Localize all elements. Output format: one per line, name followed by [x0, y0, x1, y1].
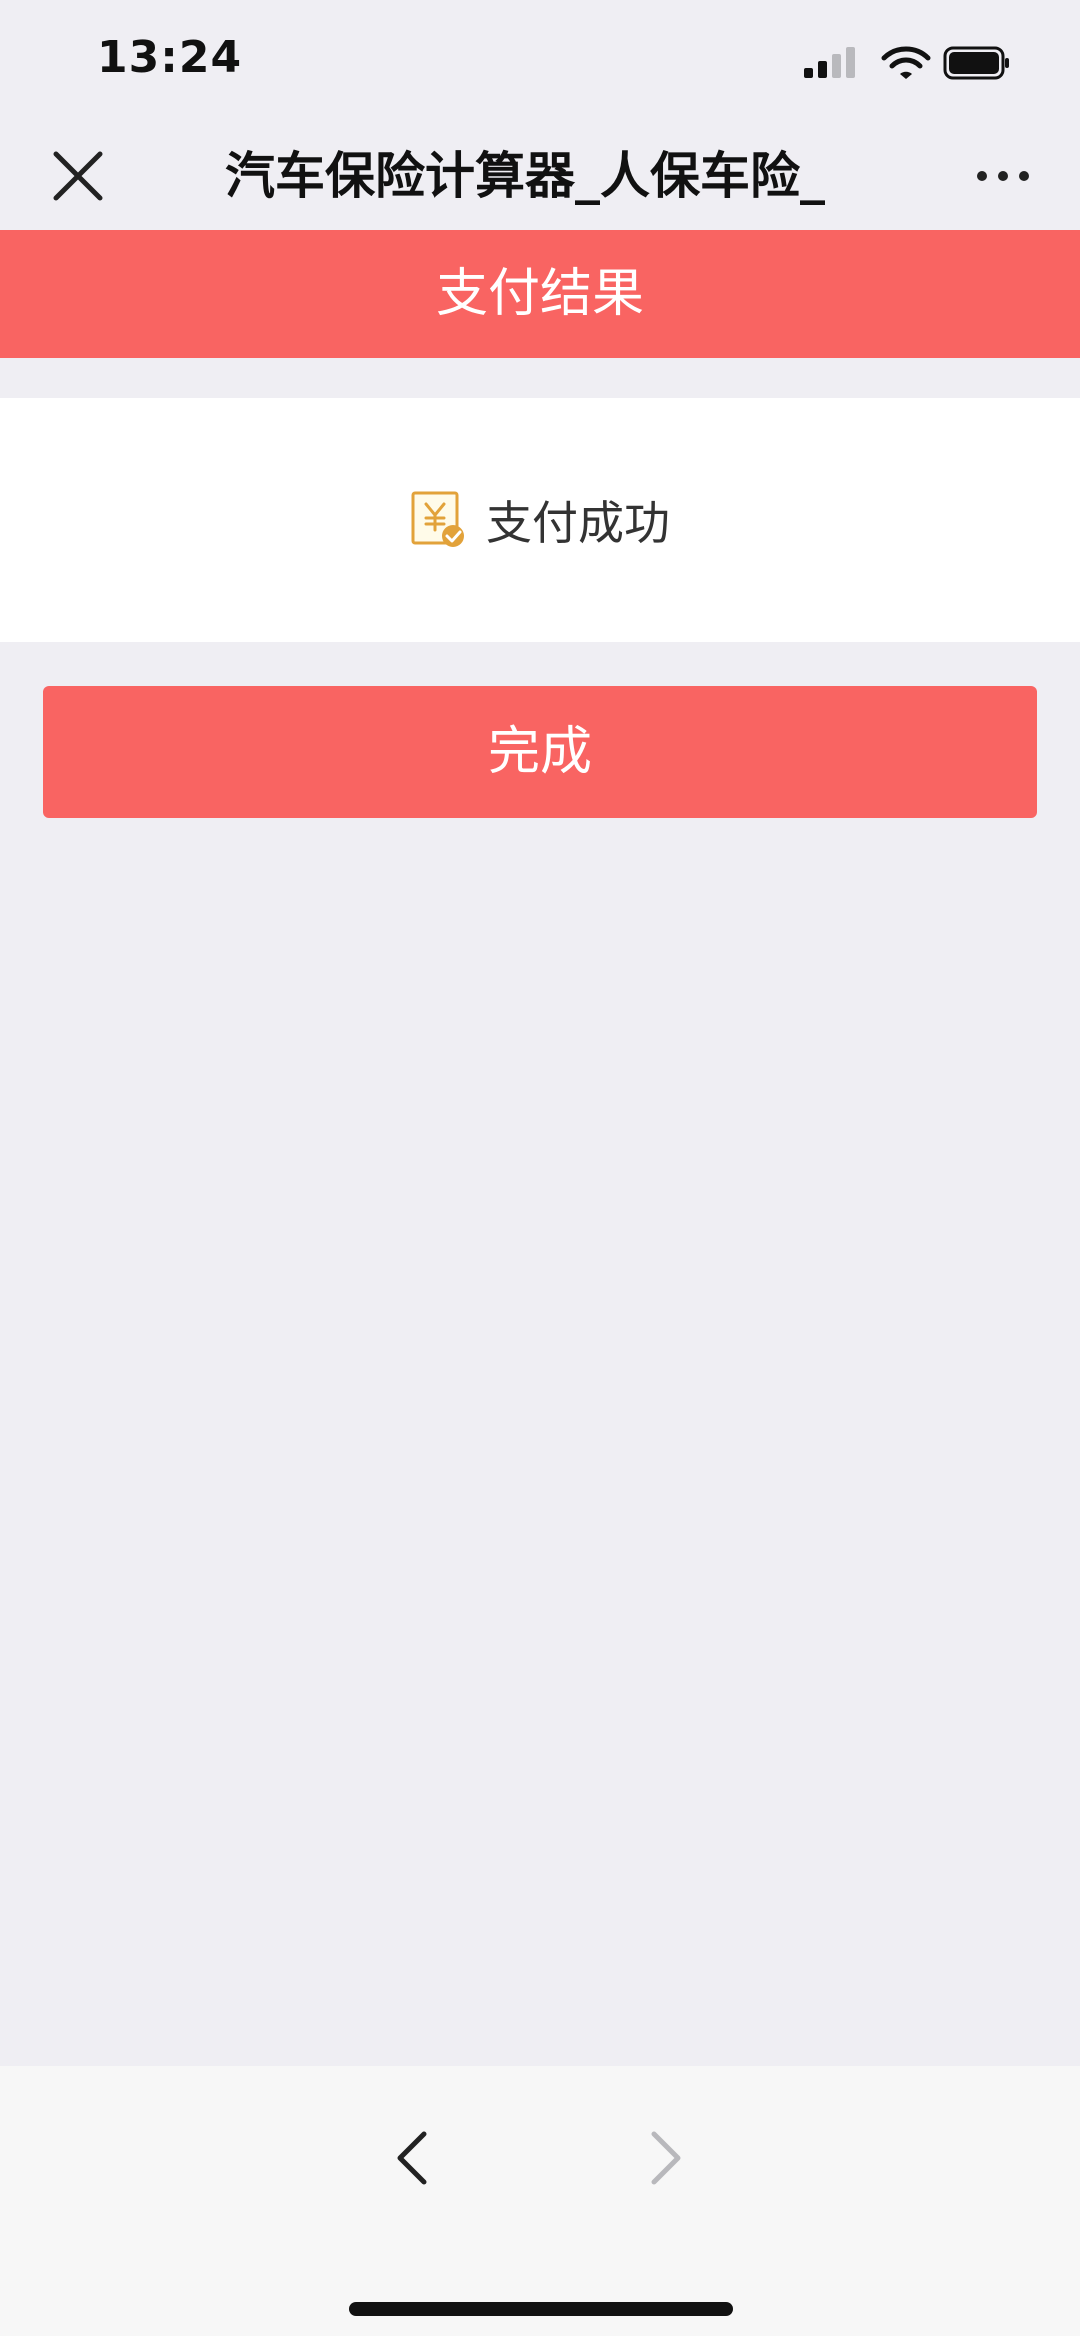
status-time: 13:24 — [97, 32, 243, 83]
battery-icon — [943, 46, 1009, 80]
bottom-nav-bar — [0, 2066, 1080, 2336]
result-row: 支付成功 — [0, 398, 1080, 642]
status-icons — [804, 46, 1009, 80]
payment-result-text: 支付成功 — [486, 496, 670, 550]
close-icon[interactable] — [48, 146, 108, 206]
status-bar: 13:24 — [0, 0, 1080, 124]
forward-arrow-icon[interactable] — [644, 2128, 688, 2188]
done-button[interactable]: 完成 — [43, 686, 1037, 818]
signal-icon — [804, 47, 855, 78]
page-title: 汽车保险计算器_人保车险_ — [225, 147, 825, 205]
back-arrow-icon[interactable] — [390, 2128, 434, 2188]
more-icon[interactable] — [974, 154, 1032, 198]
home-indicator — [349, 2302, 733, 2316]
wifi-icon — [881, 46, 931, 79]
payment-success-icon — [411, 491, 464, 547]
nav-bar: 汽车保险计算器_人保车险_ — [0, 124, 1080, 230]
header-banner: 支付结果 — [0, 230, 1080, 358]
result-panel: 支付成功 — [0, 398, 1080, 642]
